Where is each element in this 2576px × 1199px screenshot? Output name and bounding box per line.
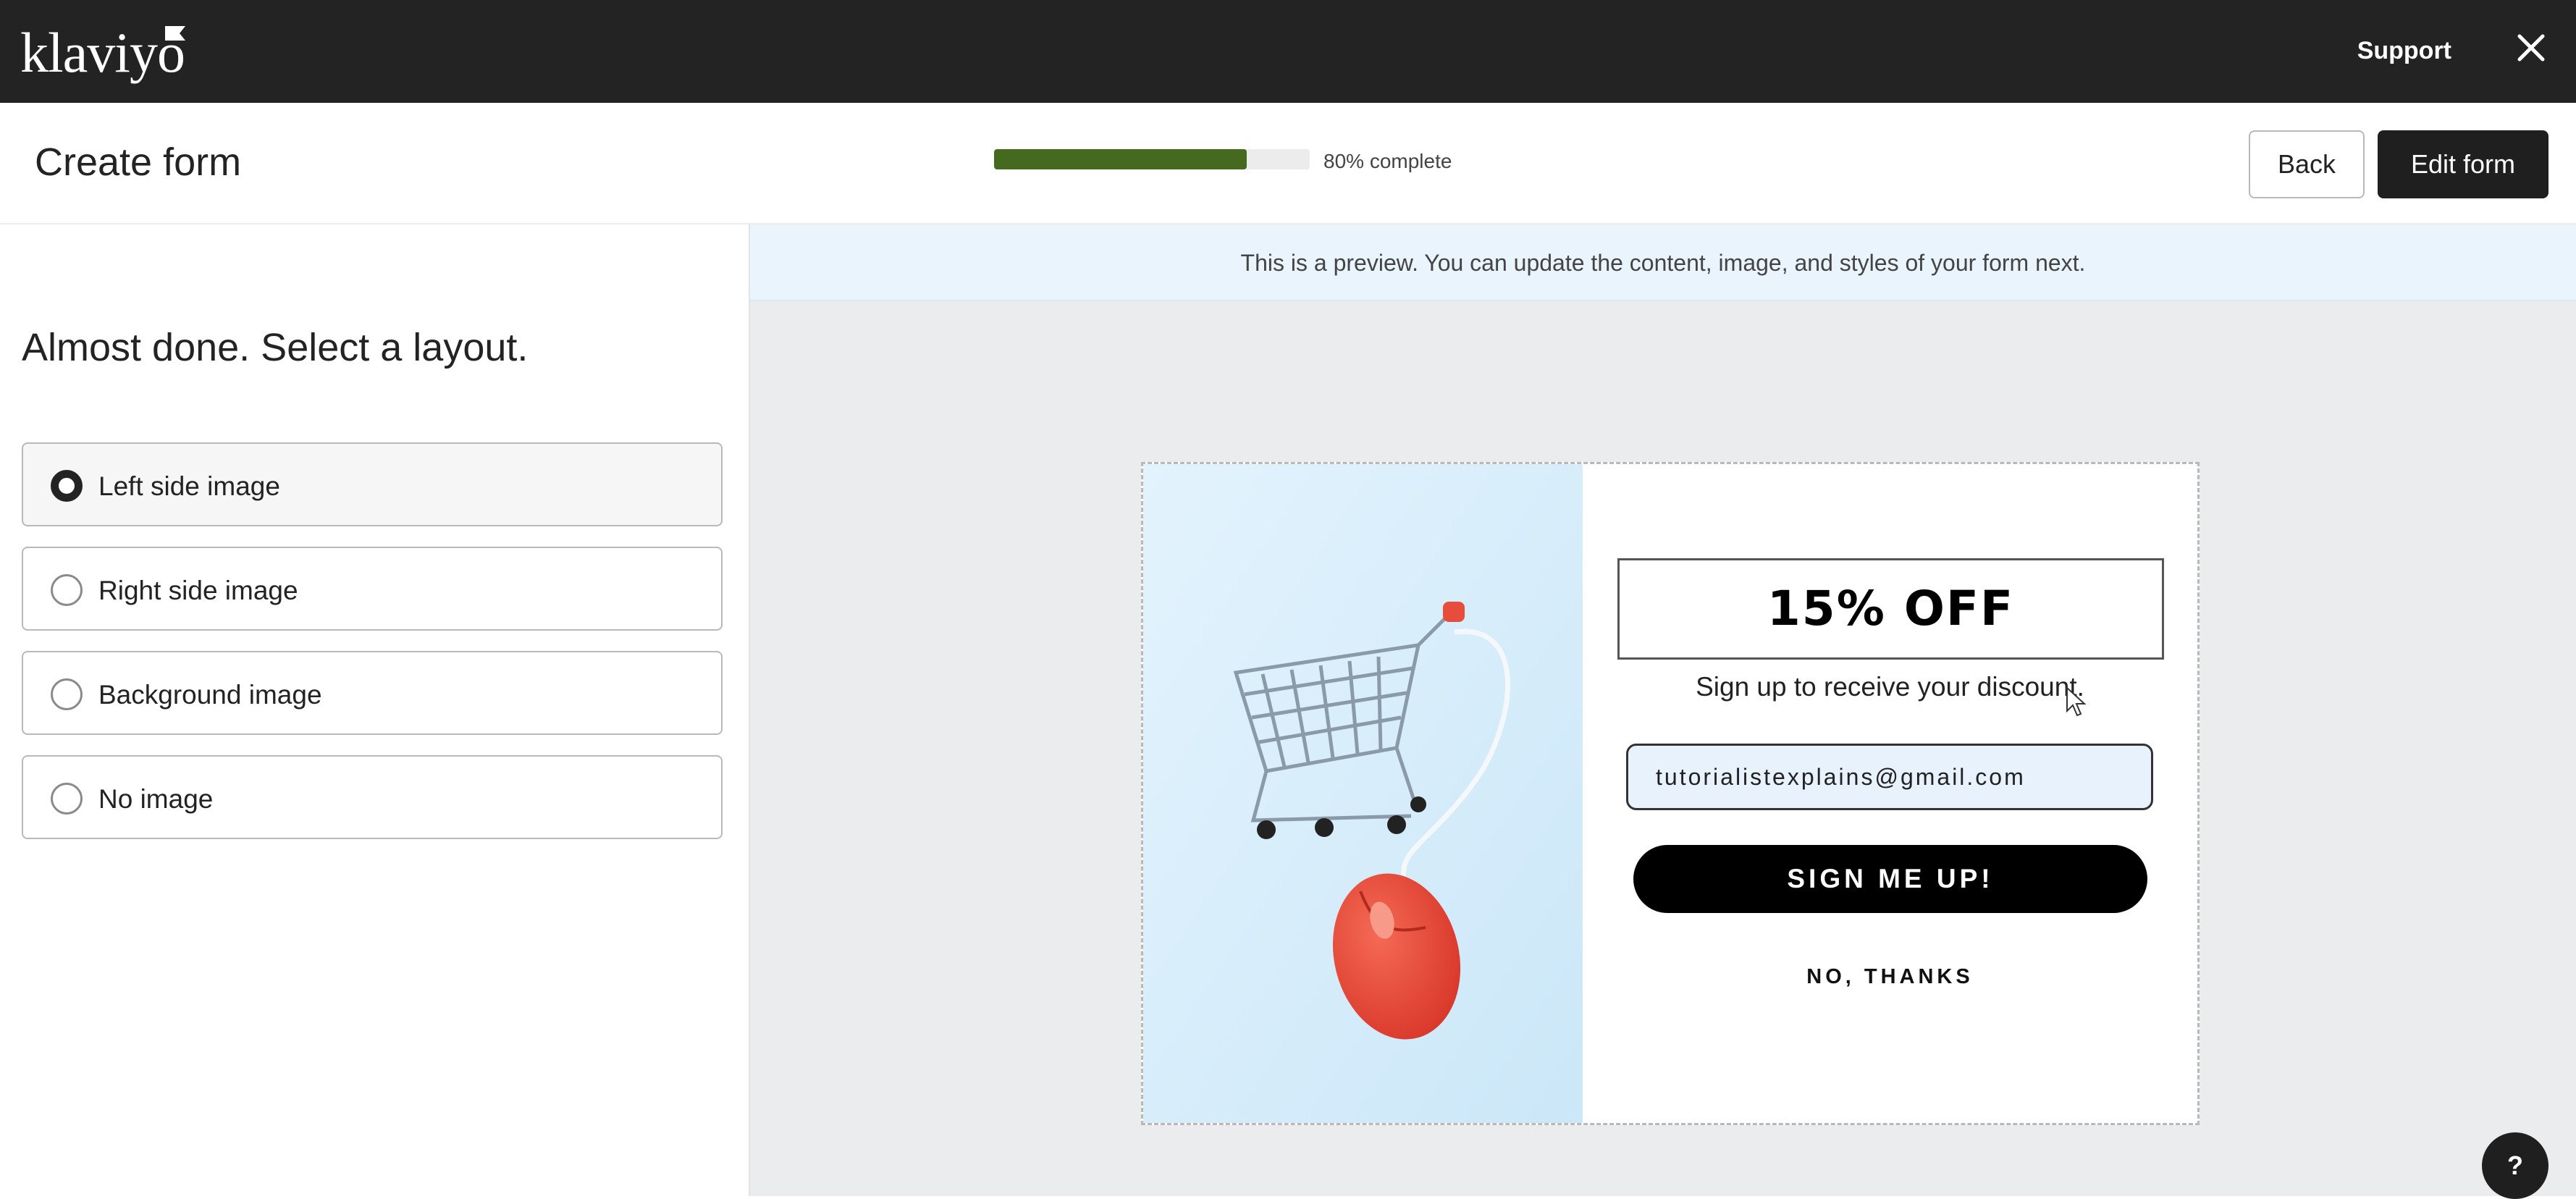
preview-banner-text: This is a preview. You can update the co… — [1240, 250, 2086, 276]
preview-banner: This is a preview. You can update the co… — [750, 224, 2576, 301]
layout-option-label: Right side image — [98, 576, 298, 605]
layout-option-right-side-image[interactable]: Right side image — [22, 547, 723, 631]
sidebar-heading: Almost done. Select a layout. — [22, 326, 529, 369]
top-bar: klaviyo Support — [0, 0, 2576, 103]
sign-me-up-button[interactable]: SIGN ME UP! — [1633, 845, 2147, 913]
radio-icon[interactable] — [51, 470, 83, 502]
layout-option-label: Left side image — [98, 471, 280, 501]
page-header: Create form 80% complete Back Edit form — [0, 103, 2576, 224]
edit-form-button[interactable]: Edit form — [2378, 130, 2548, 198]
support-link[interactable]: Support — [2357, 35, 2451, 67]
offer-headline-box: 15% OFF — [1617, 558, 2164, 660]
offer-headline: 15% OFF — [1767, 581, 2015, 636]
form-content: 15% OFF Sign up to receive your discount… — [1583, 464, 2197, 1123]
email-input[interactable] — [1626, 744, 2153, 810]
progress-label: 80% complete — [1323, 150, 1452, 172]
radio-icon[interactable] — [51, 678, 83, 710]
layout-option-background-image[interactable]: Background image — [22, 651, 723, 735]
progress-fill — [994, 149, 1247, 169]
layout-option-left-side-image[interactable]: Left side image — [22, 442, 723, 526]
mouse-cursor-icon — [2066, 686, 2086, 717]
form-preview: 15% OFF Sign up to receive your discount… — [1141, 462, 2200, 1125]
radio-icon[interactable] — [51, 783, 83, 815]
layout-option-label: Background image — [98, 680, 322, 710]
preview-area: This is a preview. You can update the co… — [750, 224, 2576, 1196]
layout-sidebar: Almost done. Select a layout. Left side … — [0, 224, 750, 1196]
no-thanks-link[interactable]: NO, THANKS — [1583, 964, 2197, 990]
klaviyo-logo: klaviyo — [20, 21, 185, 84]
layout-option-no-image[interactable]: No image — [22, 755, 723, 839]
shopping-cart-mouse-image — [1143, 464, 1583, 1123]
page-title: Create form — [35, 140, 242, 184]
logo-flag-icon — [165, 26, 185, 41]
back-button[interactable]: Back — [2249, 130, 2365, 198]
close-icon[interactable] — [2515, 32, 2547, 64]
form-image — [1143, 464, 1583, 1123]
layout-option-label: No image — [98, 784, 214, 814]
help-button[interactable]: ? — [2482, 1132, 2548, 1199]
progress-bar — [994, 149, 1310, 169]
signup-subtitle: Sign up to receive your discount. — [1696, 672, 2084, 702]
radio-icon[interactable] — [51, 574, 83, 606]
